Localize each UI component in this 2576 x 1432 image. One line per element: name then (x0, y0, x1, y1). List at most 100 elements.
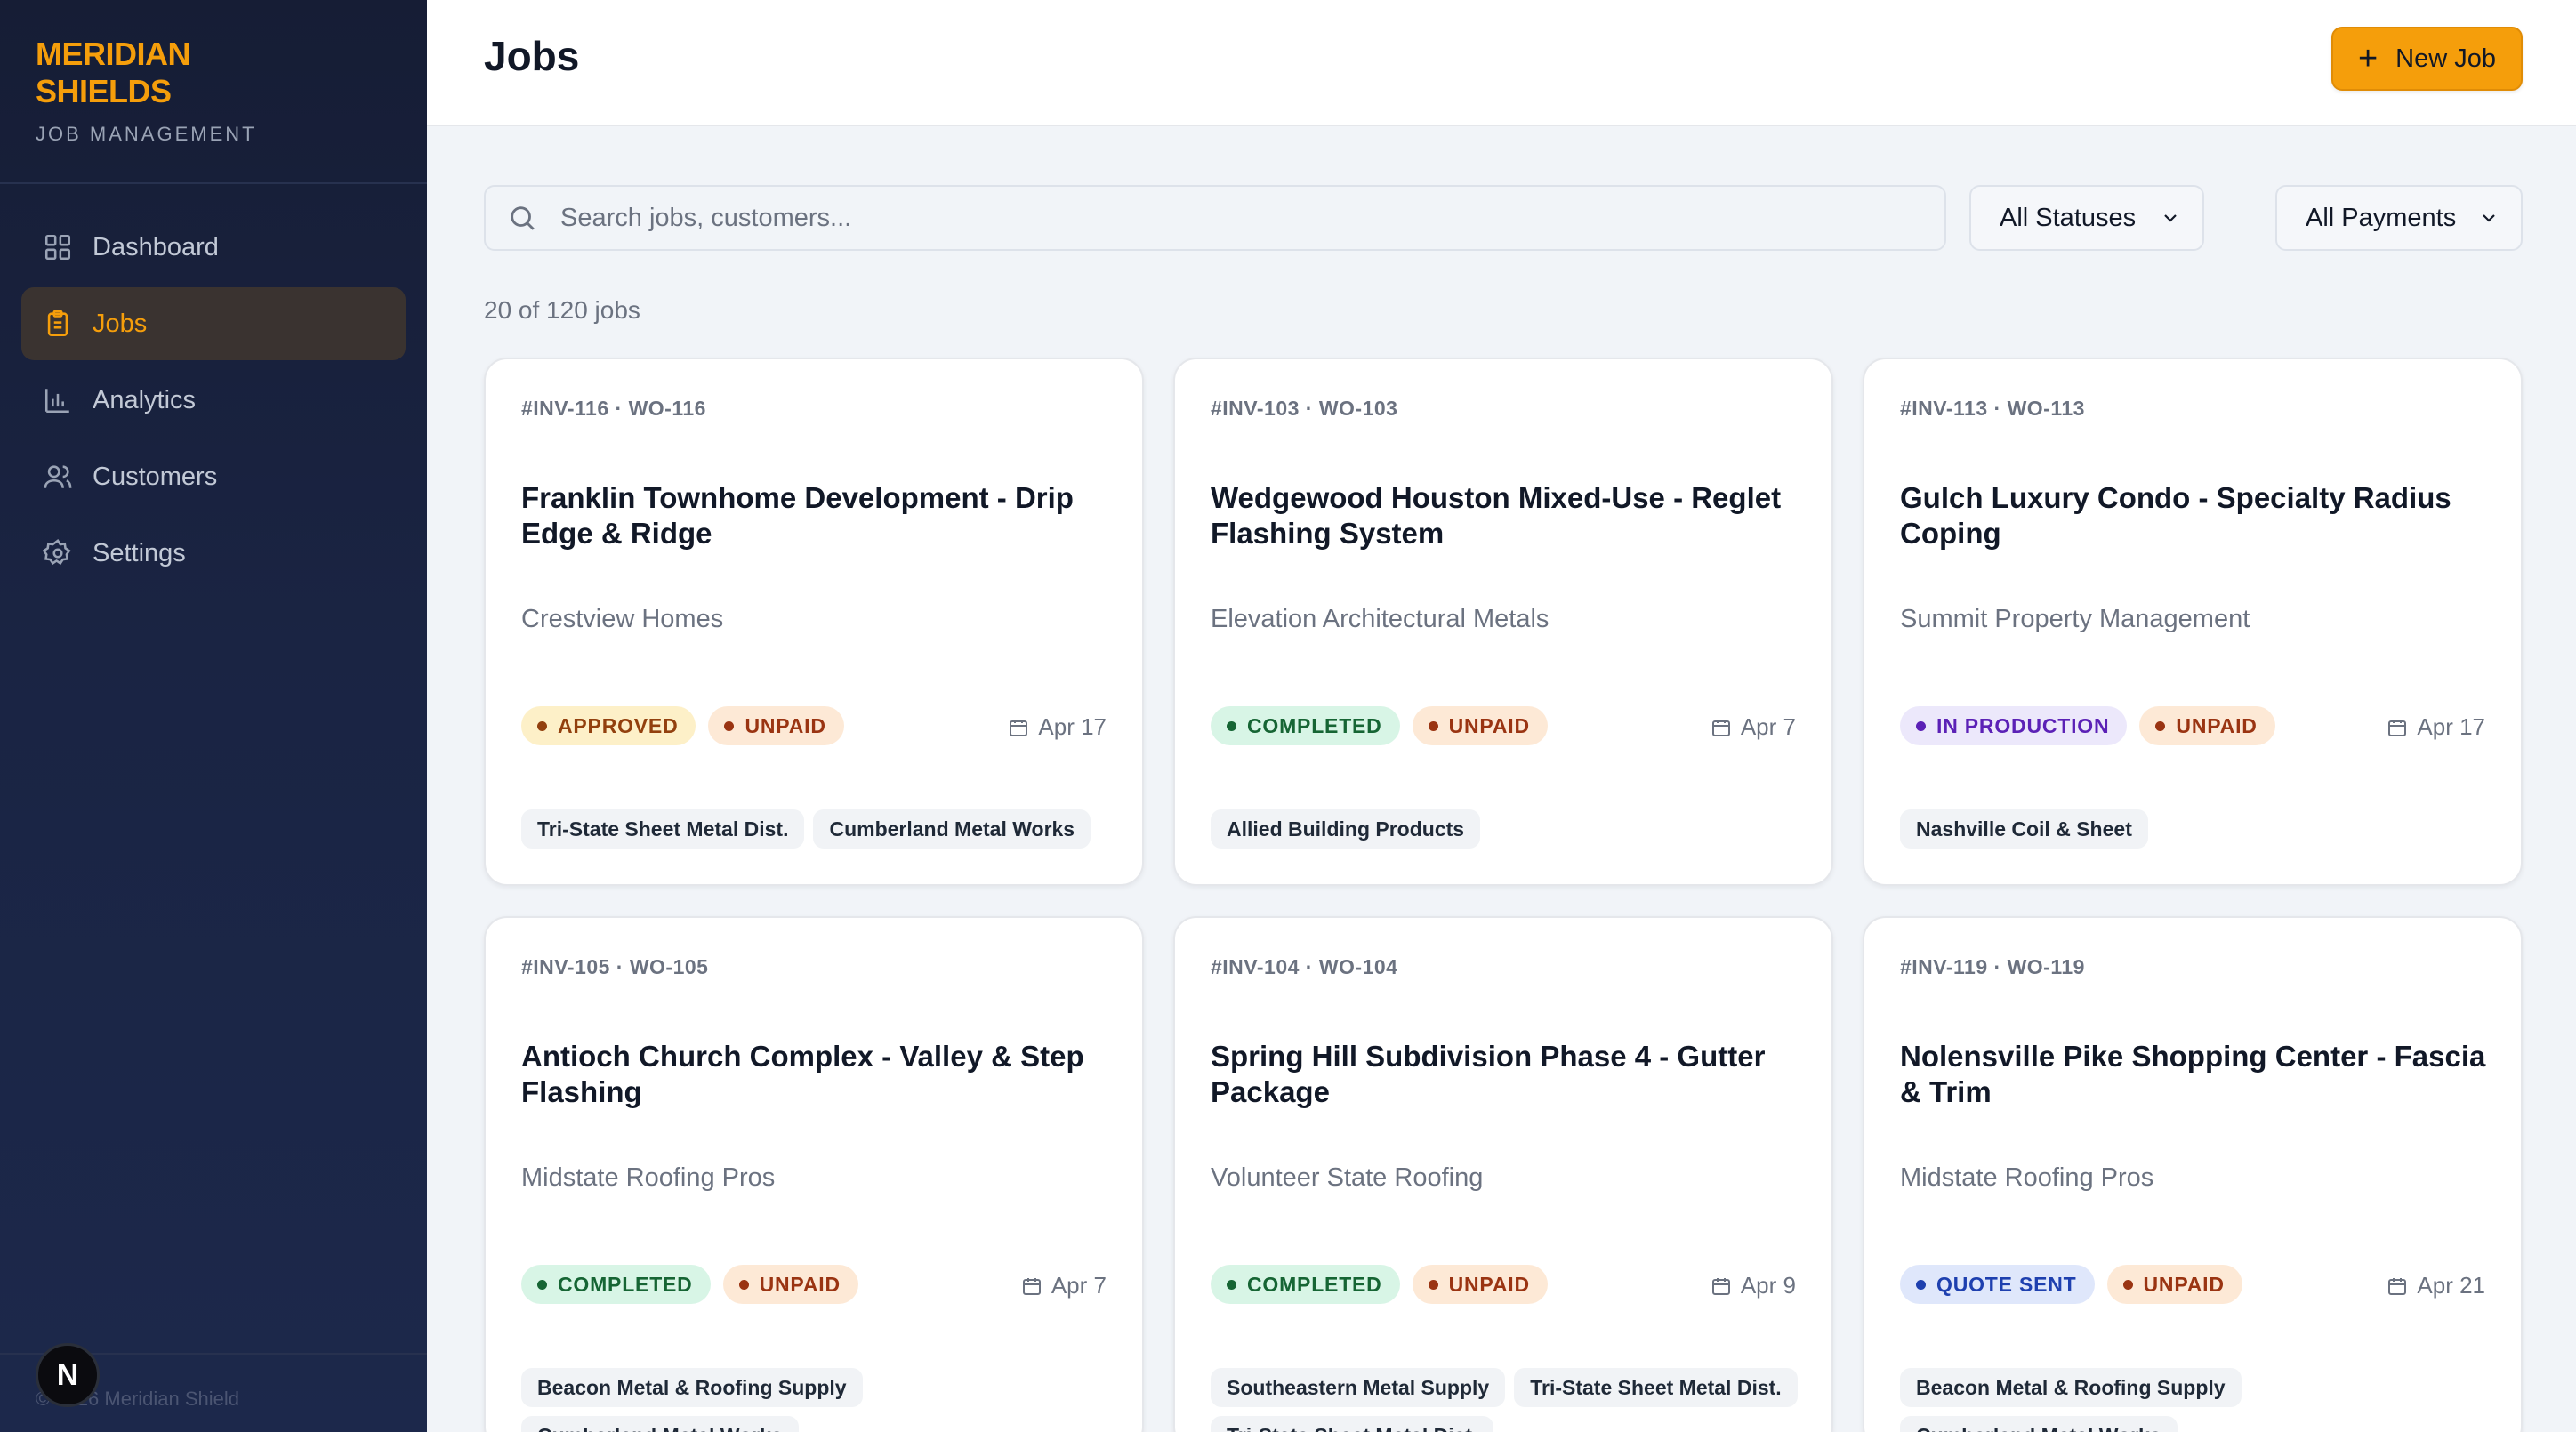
sidebar-item-jobs[interactable]: Jobs (21, 287, 406, 360)
job-date: Apr 17 (1008, 713, 1107, 741)
sidebar-nav: Dashboard Jobs Analytics Customers Setti… (21, 211, 406, 593)
grid-icon (44, 234, 71, 261)
sidebar-item-label: Dashboard (93, 232, 219, 261)
clipboard-icon (47, 310, 68, 337)
job-card[interactable]: #INV-104 · WO-104 Spring Hill Subdivisio… (1173, 916, 1833, 1432)
supplier-tags: Beacon Metal & Roofing Supply Cumberland… (1900, 1368, 2505, 1432)
supplier-tag: Cumberland Metal Works (521, 1416, 799, 1432)
job-card[interactable]: #INV-119 · WO-119 Nolensville Pike Shopp… (1863, 916, 2523, 1432)
sidebar-item-label: Settings (93, 538, 186, 567)
job-date: Apr 9 (1711, 1272, 1796, 1299)
supplier-tag: Tri-State Sheet Metal Dist. (1211, 1416, 1494, 1432)
sidebar-item-label: Customers (93, 462, 218, 491)
supplier-tag: Cumberland Metal Works (1900, 1416, 2178, 1432)
brand-subtitle: JOB MANAGEMENT (36, 123, 257, 145)
sidebar-divider (0, 182, 427, 184)
bar-chart-icon (44, 389, 69, 414)
sidebar-item-customers[interactable]: Customers (21, 440, 406, 513)
status-filter-value: All Statuses (2000, 203, 2137, 232)
job-ids: #INV-113 · WO-113 (1900, 397, 2085, 420)
job-title: Antioch Church Complex - Valley & Step F… (521, 1040, 1084, 1108)
job-ids: #INV-104 · WO-104 (1211, 955, 1398, 978)
job-customer: Midstate Roofing Pros (1900, 1163, 2154, 1192)
job-date: Apr 7 (1711, 713, 1796, 741)
job-ids: #INV-119 · WO-119 (1900, 955, 2085, 978)
page-header: Jobs + New Job (427, 0, 2576, 126)
job-ids: #INV-105 · WO-105 (521, 955, 709, 978)
job-date: Apr 21 (2387, 1272, 2485, 1299)
supplier-tag: Tri-State Sheet Metal Dist. (1514, 1368, 1798, 1407)
job-card[interactable]: #INV-105 · WO-105 Antioch Church Complex… (484, 916, 1144, 1432)
payment-badge: UNPAID (722, 1265, 858, 1304)
search-icon (511, 206, 535, 230)
job-customer: Volunteer State Roofing (1211, 1163, 1484, 1192)
sidebar-item-analytics[interactable]: Analytics (21, 364, 406, 437)
payment-badge: UNPAID (2106, 1265, 2242, 1304)
new-job-button[interactable]: + New Job (2330, 27, 2523, 91)
calendar-icon (1010, 719, 1028, 736)
job-customer: Midstate Roofing Pros (521, 1163, 776, 1192)
sidebar-item-label: Analytics (93, 385, 197, 414)
calendar-icon (1022, 1277, 1041, 1295)
calendar-icon (2388, 1277, 2407, 1295)
dev-tools-badge[interactable]: N (36, 1343, 100, 1407)
status-badge: COMPLETED (521, 1265, 711, 1304)
supplier-tag: Tri-State Sheet Metal Dist. (521, 809, 805, 849)
calendar-icon (2388, 719, 2407, 736)
search-input[interactable] (560, 203, 1895, 233)
brand-title-line1: MERIDIAN (36, 36, 190, 72)
users-icon (44, 465, 72, 488)
plus-icon: + (2357, 40, 2379, 77)
job-title: Nolensville Pike Shopping Center - Fasci… (1900, 1040, 2486, 1108)
job-title: Spring Hill Subdivision Phase 4 - Gutter… (1211, 1040, 1766, 1108)
status-badge: IN PRODUCTION (1900, 706, 2128, 745)
job-customer: Summit Property Management (1900, 605, 2250, 633)
supplier-tag: Beacon Metal & Roofing Supply (521, 1368, 863, 1407)
sidebar-item-dashboard[interactable]: Dashboard (21, 211, 406, 284)
brand-title-line2: SHIELDS (36, 73, 172, 109)
status-badge: APPROVED (521, 706, 696, 745)
supplier-tag: Beacon Metal & Roofing Supply (1900, 1368, 2242, 1407)
job-title: Franklin Townhome Development - Drip Edg… (521, 481, 1074, 550)
payment-badge: UNPAID (1412, 1265, 1548, 1304)
brand-logo[interactable]: MERIDIAN SHIELDS JOB MANAGEMENT (36, 36, 257, 146)
payment-badge: UNPAID (1412, 706, 1548, 745)
job-title: Wedgewood Houston Mixed-Use - Reglet Fla… (1211, 481, 1782, 550)
status-badge: COMPLETED (1211, 706, 1400, 745)
supplier-tags: Beacon Metal & Roofing Supply Cumberland… (521, 1368, 1126, 1432)
supplier-tags: Tri-State Sheet Metal Dist. Cumberland M… (521, 809, 1126, 857)
page-title: Jobs (484, 33, 580, 79)
supplier-tag: Cumberland Metal Works (813, 809, 1091, 849)
payment-badge: UNPAID (708, 706, 844, 745)
sidebar-item-settings[interactable]: Settings (21, 517, 406, 590)
job-title: Gulch Luxury Condo - Specialty Radius Co… (1900, 481, 2451, 550)
new-job-label: New Job (2395, 44, 2496, 73)
search-box[interactable] (484, 185, 1946, 251)
supplier-tags: Southeastern Metal Supply Tri-State Shee… (1211, 1368, 1815, 1432)
chevron-down-icon (2164, 214, 2177, 222)
calendar-icon (1711, 1277, 1730, 1295)
status-badge: COMPLETED (1211, 1265, 1400, 1304)
supplier-tag: Nashville Coil & Sheet (1900, 809, 2148, 849)
supplier-tag: Southeastern Metal Supply (1211, 1368, 1506, 1407)
gear-icon (43, 539, 71, 566)
job-card[interactable]: #INV-103 · WO-103 Wedgewood Houston Mixe… (1173, 358, 1833, 886)
job-card[interactable]: #INV-116 · WO-116 Franklin Townhome Deve… (484, 358, 1144, 886)
job-ids: #INV-116 · WO-116 (521, 397, 706, 420)
supplier-tag: Allied Building Products (1211, 809, 1481, 849)
calendar-icon (1711, 719, 1730, 736)
supplier-tags: Nashville Coil & Sheet (1900, 809, 2505, 857)
job-card[interactable]: #INV-113 · WO-113 Gulch Luxury Condo - S… (1863, 358, 2523, 886)
sidebar-item-label: Jobs (93, 309, 148, 338)
supplier-tags: Allied Building Products (1211, 809, 1815, 857)
job-date: Apr 17 (2387, 713, 2485, 741)
job-customer: Crestview Homes (521, 605, 724, 633)
payment-filter-select[interactable]: All Payments (2275, 185, 2523, 251)
job-ids: #INV-103 · WO-103 (1211, 397, 1398, 420)
job-customer: Elevation Architectural Metals (1211, 605, 1550, 633)
payment-filter-value: All Payments (2306, 203, 2457, 232)
status-filter-select[interactable]: All Statuses (1969, 185, 2204, 251)
chevron-down-icon (2483, 214, 2495, 222)
status-badge: QUOTE SENT (1900, 1265, 2095, 1304)
job-date: Apr 7 (1021, 1272, 1107, 1299)
